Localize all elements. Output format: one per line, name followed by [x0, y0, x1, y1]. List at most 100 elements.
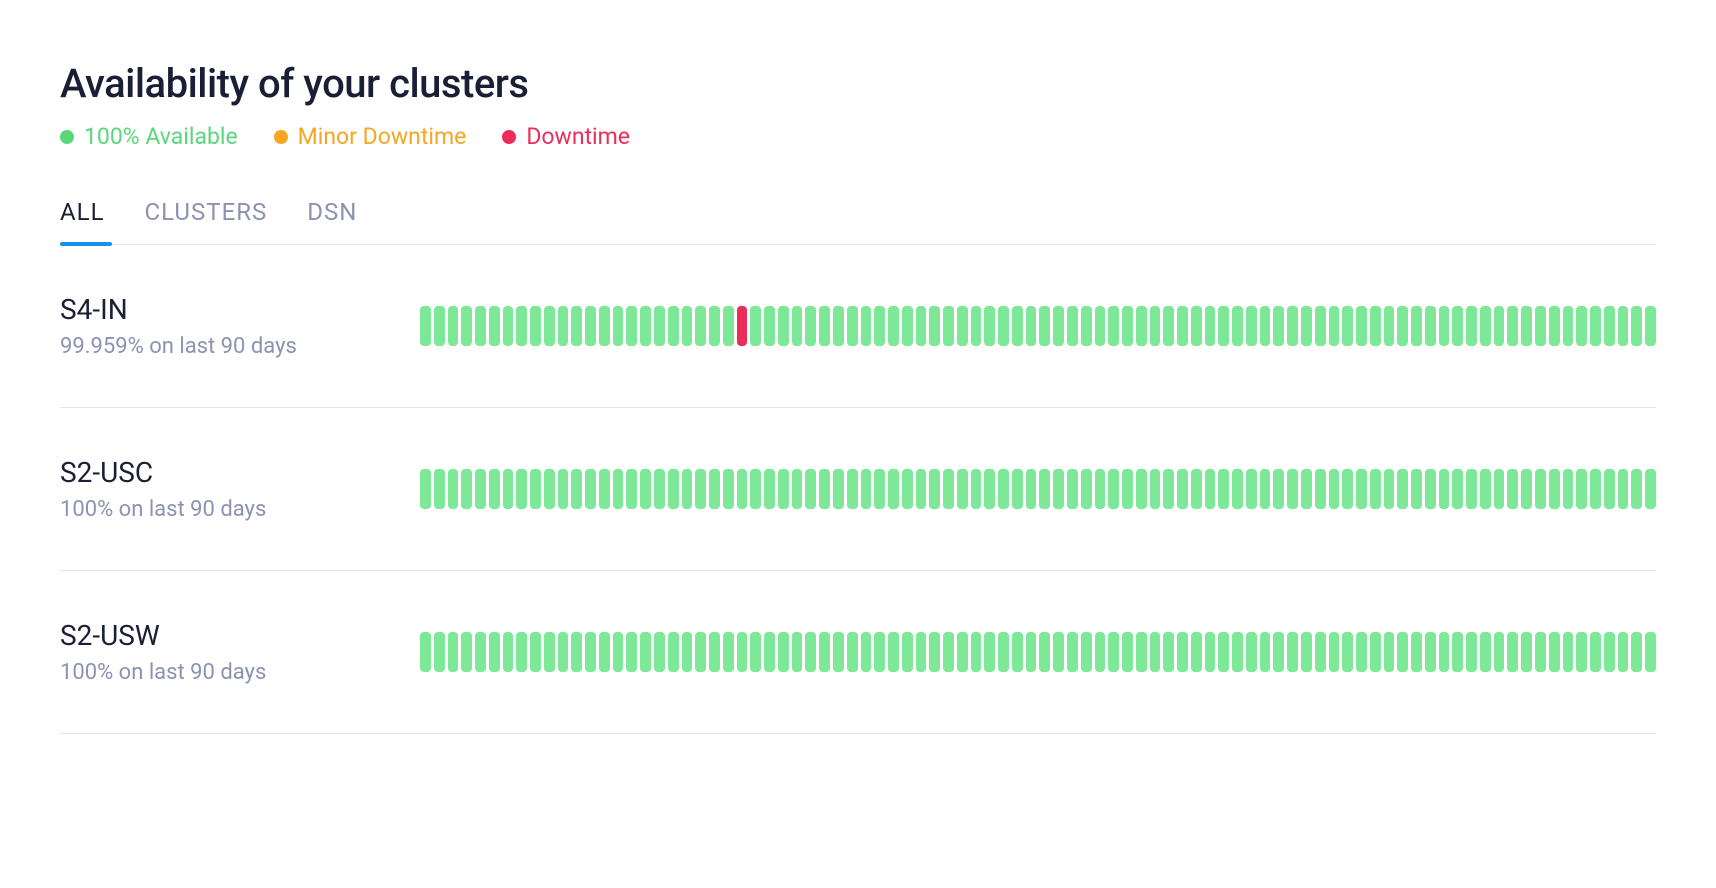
availability-bar[interactable] — [1150, 306, 1161, 346]
availability-bar[interactable] — [558, 469, 569, 509]
availability-bar[interactable] — [847, 632, 858, 672]
tab-clusters[interactable]: CLUSTERS — [145, 198, 268, 244]
availability-bar[interactable] — [902, 469, 913, 509]
availability-bar[interactable] — [1177, 632, 1188, 672]
availability-bar[interactable] — [1026, 306, 1037, 346]
availability-bar[interactable] — [1039, 469, 1050, 509]
availability-bar[interactable] — [1260, 306, 1271, 346]
availability-bar[interactable] — [1645, 632, 1656, 672]
availability-bar[interactable] — [805, 306, 816, 346]
availability-bar[interactable] — [764, 632, 775, 672]
availability-bar[interactable] — [1342, 306, 1353, 346]
availability-bar[interactable] — [1494, 306, 1505, 346]
availability-bar[interactable] — [957, 306, 968, 346]
availability-bar[interactable] — [571, 469, 582, 509]
availability-bar[interactable] — [668, 632, 679, 672]
availability-bar[interactable] — [626, 469, 637, 509]
availability-bar[interactable] — [1315, 469, 1326, 509]
availability-bar[interactable] — [998, 632, 1009, 672]
availability-bar[interactable] — [1425, 632, 1436, 672]
availability-bar[interactable] — [434, 632, 445, 672]
availability-bar[interactable] — [1397, 306, 1408, 346]
availability-bar[interactable] — [1439, 469, 1450, 509]
availability-bar[interactable] — [1260, 632, 1271, 672]
availability-bar[interactable] — [1163, 306, 1174, 346]
availability-bar[interactable] — [1356, 306, 1367, 346]
availability-bar[interactable] — [682, 306, 693, 346]
availability-bar[interactable] — [1507, 469, 1518, 509]
availability-bar[interactable] — [530, 306, 541, 346]
availability-bar[interactable] — [833, 469, 844, 509]
availability-bar[interactable] — [1012, 469, 1023, 509]
availability-bar[interactable] — [1411, 469, 1422, 509]
availability-bar[interactable] — [792, 632, 803, 672]
availability-bar[interactable] — [613, 469, 624, 509]
availability-bar[interactable] — [448, 306, 459, 346]
availability-bar[interactable] — [861, 469, 872, 509]
availability-bar[interactable] — [585, 469, 596, 509]
availability-bar[interactable] — [1122, 469, 1133, 509]
availability-bar[interactable] — [709, 469, 720, 509]
availability-bar[interactable] — [929, 306, 940, 346]
availability-bar[interactable] — [1315, 306, 1326, 346]
availability-bar[interactable] — [1218, 469, 1229, 509]
availability-bar[interactable] — [1095, 632, 1106, 672]
availability-bar[interactable] — [1549, 469, 1560, 509]
availability-bar[interactable] — [833, 306, 844, 346]
availability-bar[interactable] — [1039, 632, 1050, 672]
availability-bar[interactable] — [1370, 306, 1381, 346]
availability-bar[interactable] — [998, 306, 1009, 346]
availability-bar[interactable] — [819, 306, 830, 346]
tab-dsn[interactable]: DSN — [307, 198, 357, 244]
availability-bar[interactable] — [475, 632, 486, 672]
availability-bar[interactable] — [461, 632, 472, 672]
availability-bar[interactable] — [1329, 306, 1340, 346]
availability-bar[interactable] — [943, 469, 954, 509]
availability-bar[interactable] — [1122, 306, 1133, 346]
availability-bar[interactable] — [1549, 306, 1560, 346]
availability-bar[interactable] — [1301, 469, 1312, 509]
availability-bar[interactable] — [750, 469, 761, 509]
availability-bar[interactable] — [971, 306, 982, 346]
availability-bar[interactable] — [1273, 632, 1284, 672]
availability-bar[interactable] — [984, 469, 995, 509]
availability-bar[interactable] — [792, 469, 803, 509]
availability-bar[interactable] — [434, 306, 445, 346]
availability-bar[interactable] — [1039, 306, 1050, 346]
availability-bar[interactable] — [1246, 632, 1257, 672]
availability-bar[interactable] — [489, 306, 500, 346]
availability-bar[interactable] — [558, 306, 569, 346]
availability-bar[interactable] — [475, 306, 486, 346]
availability-bar[interactable] — [1329, 469, 1340, 509]
availability-bar[interactable] — [654, 306, 665, 346]
availability-bar[interactable] — [1590, 306, 1601, 346]
availability-bar[interactable] — [489, 469, 500, 509]
availability-bar[interactable] — [695, 632, 706, 672]
availability-bar[interactable] — [626, 632, 637, 672]
availability-bar[interactable] — [558, 632, 569, 672]
availability-bar[interactable] — [998, 469, 1009, 509]
availability-bar[interactable] — [888, 632, 899, 672]
availability-bar[interactable] — [1452, 632, 1463, 672]
availability-bar[interactable] — [1301, 306, 1312, 346]
availability-bar[interactable] — [516, 632, 527, 672]
availability-bar[interactable] — [1411, 306, 1422, 346]
availability-bar[interactable] — [1095, 306, 1106, 346]
availability-bar[interactable] — [516, 469, 527, 509]
availability-bar[interactable] — [888, 306, 899, 346]
availability-bar[interactable] — [1480, 469, 1491, 509]
availability-bar[interactable] — [1081, 632, 1092, 672]
availability-bar[interactable] — [503, 632, 514, 672]
availability-bar[interactable] — [1067, 469, 1078, 509]
availability-bar[interactable] — [971, 469, 982, 509]
availability-bar[interactable] — [723, 306, 734, 346]
availability-bar[interactable] — [1053, 306, 1064, 346]
availability-bar[interactable] — [571, 632, 582, 672]
availability-bar[interactable] — [1356, 469, 1367, 509]
availability-bar[interactable] — [1535, 306, 1546, 346]
availability-bar[interactable] — [1136, 306, 1147, 346]
availability-bar[interactable] — [737, 632, 748, 672]
availability-bar[interactable] — [1218, 306, 1229, 346]
availability-bar[interactable] — [805, 632, 816, 672]
availability-bar[interactable] — [1108, 306, 1119, 346]
